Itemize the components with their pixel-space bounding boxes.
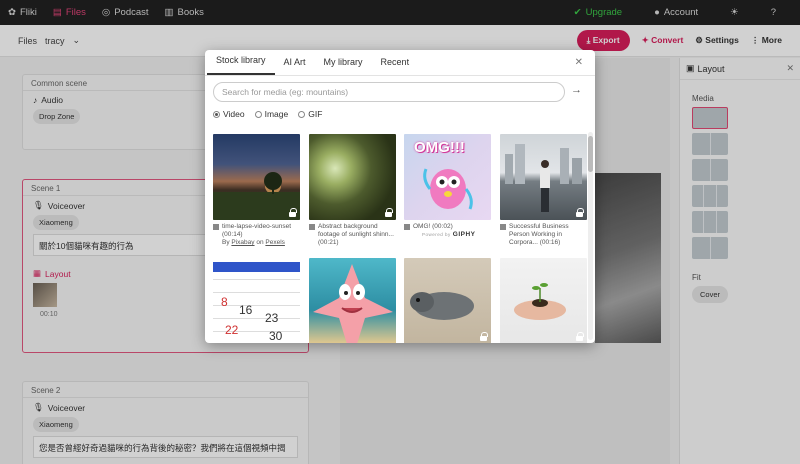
omg-character-image bbox=[423, 168, 473, 210]
media-thumbnail[interactable]: OMG!!! bbox=[404, 134, 491, 220]
media-item[interactable]: Successful Business Person Working in Co… bbox=[500, 134, 587, 247]
caption-text: OMG! (00:02) Powered by GIPHY bbox=[413, 223, 476, 239]
seal-image bbox=[410, 292, 474, 320]
video-icon bbox=[213, 224, 219, 230]
svg-text:16: 16 bbox=[239, 303, 253, 317]
svg-text:8: 8 bbox=[221, 295, 228, 309]
search-placeholder: Search for media (eg: mountains) bbox=[222, 87, 349, 97]
radio-gif-label: GIF bbox=[308, 109, 323, 119]
media-item[interactable] bbox=[309, 258, 396, 343]
arrow-right-icon[interactable]: → bbox=[571, 84, 582, 96]
sunset-tree-image bbox=[213, 172, 300, 220]
business-person-image bbox=[505, 144, 582, 212]
radio-image-label: Image bbox=[264, 109, 289, 119]
close-icon[interactable]: ✕ bbox=[575, 57, 583, 68]
caption-by: By bbox=[222, 239, 230, 246]
patrick-star-image bbox=[313, 264, 393, 343]
lock-icon bbox=[576, 208, 584, 217]
source-link[interactable]: Pexels bbox=[265, 239, 285, 246]
lock-icon bbox=[480, 332, 488, 341]
media-thumbnail[interactable] bbox=[500, 258, 587, 343]
lock-icon bbox=[385, 208, 393, 217]
caption-on: on bbox=[256, 239, 264, 246]
giphy-powered-by: Powered by bbox=[422, 232, 451, 237]
media-caption: time-lapse-video-sunset (00:14) By Pixab… bbox=[213, 223, 300, 247]
media-tabs: Stock library AI Art My library Recent bbox=[205, 50, 595, 76]
tab-ai-art[interactable]: AI Art bbox=[275, 57, 315, 75]
plant-in-hands-image bbox=[514, 283, 566, 320]
svg-text:22: 22 bbox=[225, 323, 239, 337]
media-thumbnail[interactable] bbox=[404, 258, 491, 343]
radio-video[interactable]: Video bbox=[213, 109, 245, 119]
author-link[interactable]: Pixabay bbox=[231, 239, 254, 246]
modal-scrollbar[interactable] bbox=[588, 132, 593, 340]
lock-icon bbox=[289, 208, 297, 217]
media-thumbnail[interactable] bbox=[500, 134, 587, 220]
radio-image[interactable]: Image bbox=[254, 109, 289, 119]
caption-text: Successful Business Person Working in Co… bbox=[509, 223, 569, 246]
media-type-radios: Video Image GIF bbox=[213, 109, 322, 119]
caption-title: OMG! (00:02) bbox=[413, 223, 453, 230]
svg-text:30: 30 bbox=[269, 329, 283, 343]
media-search-input[interactable]: Search for media (eg: mountains) bbox=[213, 82, 565, 102]
radio-dot bbox=[213, 110, 220, 118]
media-item[interactable]: time-lapse-video-sunset (00:14) By Pixab… bbox=[213, 134, 300, 247]
media-caption: OMG! (00:02) Powered by GIPHY bbox=[404, 223, 491, 239]
media-item[interactable]: OMG!!! OMG! (00:02) Powered by GIPHY bbox=[404, 134, 491, 239]
radio-video-label: Video bbox=[223, 109, 245, 119]
giphy-label: GIPHY bbox=[452, 231, 476, 238]
media-thumbnail[interactable] bbox=[213, 134, 300, 220]
lock-icon bbox=[576, 332, 584, 341]
media-item[interactable]: 8 16 23 22 30 bbox=[213, 258, 300, 343]
caption-text: Abstract background footage of sunlight … bbox=[318, 223, 394, 246]
media-caption: Successful Business Person Working in Co… bbox=[500, 223, 587, 247]
media-thumbnail[interactable] bbox=[309, 258, 396, 343]
caption-text: time-lapse-video-sunset (00:14) By Pixab… bbox=[222, 223, 300, 247]
video-icon bbox=[404, 224, 410, 230]
tab-my-library[interactable]: My library bbox=[315, 57, 372, 75]
tab-stock-library[interactable]: Stock library bbox=[207, 55, 275, 75]
caption-title: time-lapse-video-sunset (00:14) bbox=[222, 223, 292, 238]
media-thumbnail[interactable] bbox=[309, 134, 396, 220]
media-thumbnail[interactable]: 8 16 23 22 30 bbox=[213, 258, 300, 343]
video-icon bbox=[309, 224, 315, 230]
radio-dot bbox=[254, 110, 262, 118]
radio-dot bbox=[298, 110, 306, 118]
media-picker-modal: Stock library AI Art My library Recent ✕… bbox=[205, 50, 595, 343]
scrollbar-thumb[interactable] bbox=[588, 136, 593, 172]
video-icon bbox=[500, 224, 506, 230]
media-item[interactable] bbox=[404, 258, 491, 343]
svg-text:23: 23 bbox=[265, 311, 279, 325]
media-item[interactable] bbox=[500, 258, 587, 343]
giphy-logo: Powered by GIPHY bbox=[422, 231, 476, 238]
tab-recent[interactable]: Recent bbox=[372, 57, 419, 75]
media-item[interactable]: Abstract background footage of sunlight … bbox=[309, 134, 396, 247]
media-caption: Abstract background footage of sunlight … bbox=[309, 223, 396, 247]
calendar-image: 8 16 23 22 30 bbox=[213, 262, 300, 343]
radio-gif[interactable]: GIF bbox=[298, 109, 322, 119]
